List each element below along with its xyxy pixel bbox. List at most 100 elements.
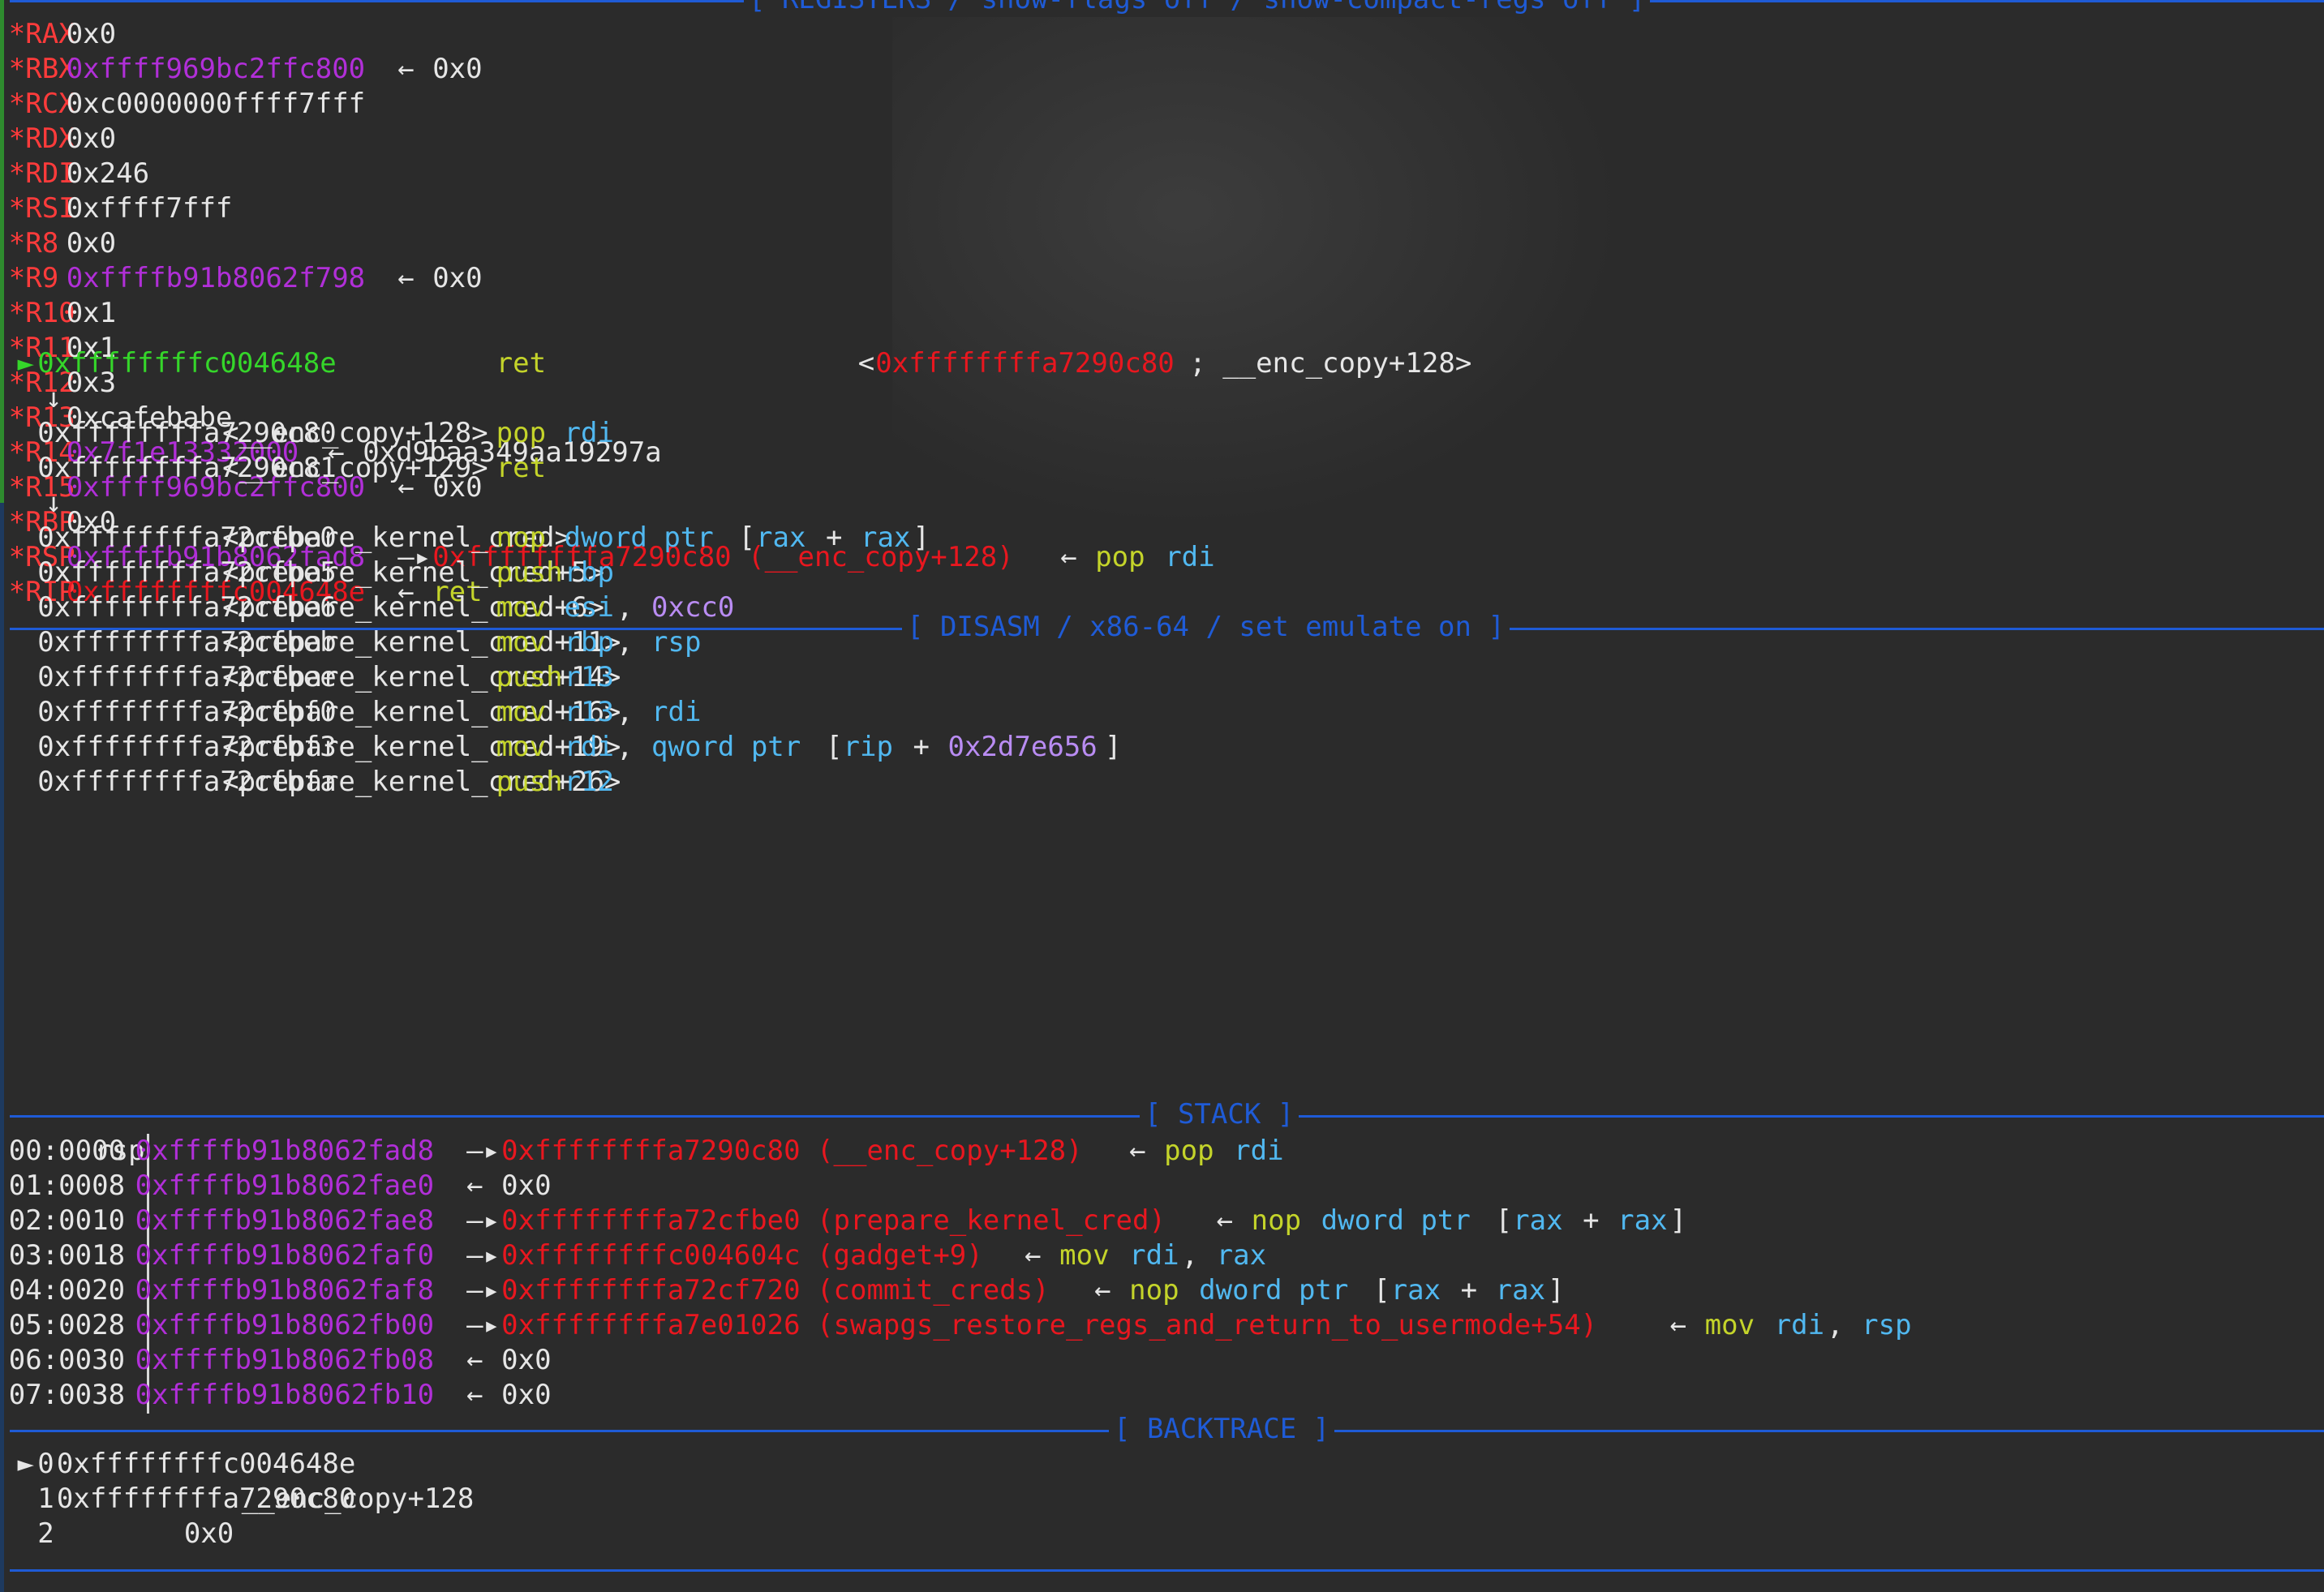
operand-token: + [826, 521, 843, 554]
operand-token: rax [861, 521, 911, 554]
disasm-row: 0xffffffffa72cfbfa <prepare_kernel_cred+2… [0, 765, 2324, 800]
stack-row: 07:0038 0xffffb91b8062fb10 ← 0x0 [0, 1378, 2324, 1413]
operand-token: , [616, 626, 634, 659]
operand-token: 0x2d7e656 [947, 731, 1098, 763]
register-row: *RCX 0xc0000000ffff7fff [0, 87, 2324, 122]
frame-symbol: __enc_copy+128 [241, 1483, 475, 1515]
stack-address: 0xffffb91b8062fae8 [135, 1204, 435, 1237]
operand-token: rdi [1129, 1239, 1179, 1272]
operand-token: rax [1617, 1204, 1668, 1237]
stack-address: 0xffffb91b8062fb08 [135, 1344, 435, 1376]
instruction-mnemonic: mov [1704, 1309, 1755, 1341]
operand-token: [ [738, 521, 755, 554]
operand-token: rdi [564, 731, 614, 763]
operand-token: r13 [564, 661, 614, 693]
instruction-mnemonic: mov [496, 696, 547, 728]
operand-token: 0xcc0 [651, 591, 735, 624]
stack-row: 03:0018 0xffffb91b8062faf0 —▸ 0xffffffffc00… [0, 1238, 2324, 1273]
instruction-symbol: <__enc_copy+128> [222, 417, 488, 449]
stack-header-label: [ STACK ] [1140, 1097, 1299, 1132]
instruction-symbol: <prepare_kernel_cred+19> [222, 731, 621, 763]
stack-address: 0xffffb91b8062faf8 [135, 1274, 435, 1307]
register-name: *R10 [8, 297, 75, 329]
instruction-mnemonic: mov [1059, 1239, 1110, 1272]
operand-token: ] [1548, 1274, 1565, 1307]
instruction-mnemonic: push [496, 766, 563, 798]
points-to-arrow: ← [1025, 1239, 1042, 1272]
register-value: 0x0 [66, 122, 117, 155]
operand-token: rbp [564, 626, 614, 659]
stack-index: 03:0018 [8, 1239, 126, 1272]
operand-token: rax [1513, 1204, 1563, 1237]
stack-address: 0xffffb91b8062fb00 [135, 1309, 435, 1341]
disasm-row: 0xffffffffa7290c81 <__enc_copy+129> ret [0, 451, 2324, 486]
operand-token: + [1583, 1204, 1600, 1237]
operand-token: , [616, 591, 634, 624]
register-row: *RAX 0x0 [0, 17, 2324, 52]
operand-token: , [616, 731, 634, 763]
backtrace-row: 1 0xffffffffa7290c80 __enc_copy+128 [0, 1482, 2324, 1517]
points-to-arrow: ← [397, 262, 415, 294]
stack-index: 07:0038 [8, 1379, 126, 1411]
instruction-mnemonic: ret [496, 452, 547, 484]
stack-row: 02:0010 0xffffb91b8062fae8 —▸ 0xffffffffa72… [0, 1204, 2324, 1238]
register-deref: 0x0 [432, 53, 483, 85]
operand-token: rax [756, 521, 806, 554]
operand-token: rdi [1234, 1135, 1284, 1167]
instruction-symbol: <prepare_kernel_cred+16> [222, 696, 621, 728]
stack-value: 0x0 [501, 1379, 552, 1411]
points-to-arrow: ← [1669, 1309, 1687, 1341]
operand-token: [ [1373, 1274, 1390, 1307]
operand-token: , [616, 696, 634, 728]
flow-arrow-row: ↓ [0, 381, 2324, 416]
register-name: *RBX [8, 53, 75, 85]
stack-target: 0xffffffffa7290c80 (__enc_copy+128) [501, 1135, 1083, 1167]
divider [10, 1569, 2324, 1572]
current-instruction-marker: ► [17, 347, 34, 380]
stack-row: 00:0000 rsp 0xffffb91b8062fad8 —▸ 0xffffffff… [0, 1134, 2324, 1169]
backtrace-row: 2 0x0 [0, 1517, 2324, 1551]
instruction-symbol: <prepare_kernel_cred+6> [222, 591, 604, 624]
stack-value: 0x0 [501, 1169, 552, 1202]
operand-token: [ [826, 731, 843, 763]
register-row: *RSI 0xffff7fff [0, 191, 2324, 226]
operand-token: r13 [564, 696, 614, 728]
disasm-row: 0xffffffffa72cfbee <prepare_kernel_cred+1… [0, 660, 2324, 695]
stack-address: 0xffffb91b8062fad8 [135, 1135, 435, 1167]
register-value: 0x0 [66, 18, 117, 50]
instruction-symbol: <__enc_copy+129> [222, 452, 488, 484]
stack-index: 04:0020 [8, 1274, 126, 1307]
register-value: 0x0 [66, 227, 117, 260]
stack-index: 05:0028 [8, 1309, 126, 1341]
frame-address: 0xffffffffc004648e [56, 1448, 356, 1480]
register-value: 0xffff969bc2ffc800 [66, 53, 366, 85]
operand-token: rbp [564, 556, 614, 589]
stack-index: 02:0010 [8, 1204, 126, 1237]
register-row: *RDI 0x246 [0, 157, 2324, 191]
points-to-arrow: ← [466, 1379, 483, 1411]
registers-header: [ REGISTERS / show-flags off / show-comp… [10, 0, 2324, 17]
registers-header-label: [ REGISTERS / show-flags off / show-comp… [744, 0, 1651, 17]
instruction-mnemonic: push [496, 661, 563, 693]
disasm-row: 0xffffffffa72cfbe5 <prepare_kernel_cred+5… [0, 556, 2324, 590]
operand-token: r12 [564, 766, 614, 798]
operand-token: rdi [1774, 1309, 1825, 1341]
register-row: *RBX 0xffff969bc2ffc800 ← 0x0 [0, 52, 2324, 87]
operand-token: rsp [651, 626, 702, 659]
instruction-mnemonic: mov [496, 591, 547, 624]
stack-address: 0xffffb91b8062fb10 [135, 1379, 435, 1411]
operand-token: rax [1495, 1274, 1546, 1307]
annotation-symbol: ; __enc_copy+128> [1189, 347, 1472, 380]
stack-index: 06:0030 [8, 1344, 126, 1376]
operand-token: rdi [651, 696, 702, 728]
operand-token: dword ptr [564, 521, 714, 554]
stack-target: 0xffffffffa7e01026 (swapgs_restore_regs_… [501, 1309, 1598, 1341]
operand-token: , [1181, 1239, 1199, 1272]
instruction-address: 0xffffffffc004648e [37, 347, 337, 380]
annotation-address: 0xffffffffa7290c80 [875, 347, 1175, 380]
points-to-arrow: ← [466, 1344, 483, 1376]
register-name: *RCX [8, 88, 75, 120]
deref-arrow: —▸ [466, 1135, 500, 1167]
bottom-divider [10, 1551, 2324, 1586]
operand-token: ] [1105, 731, 1122, 763]
